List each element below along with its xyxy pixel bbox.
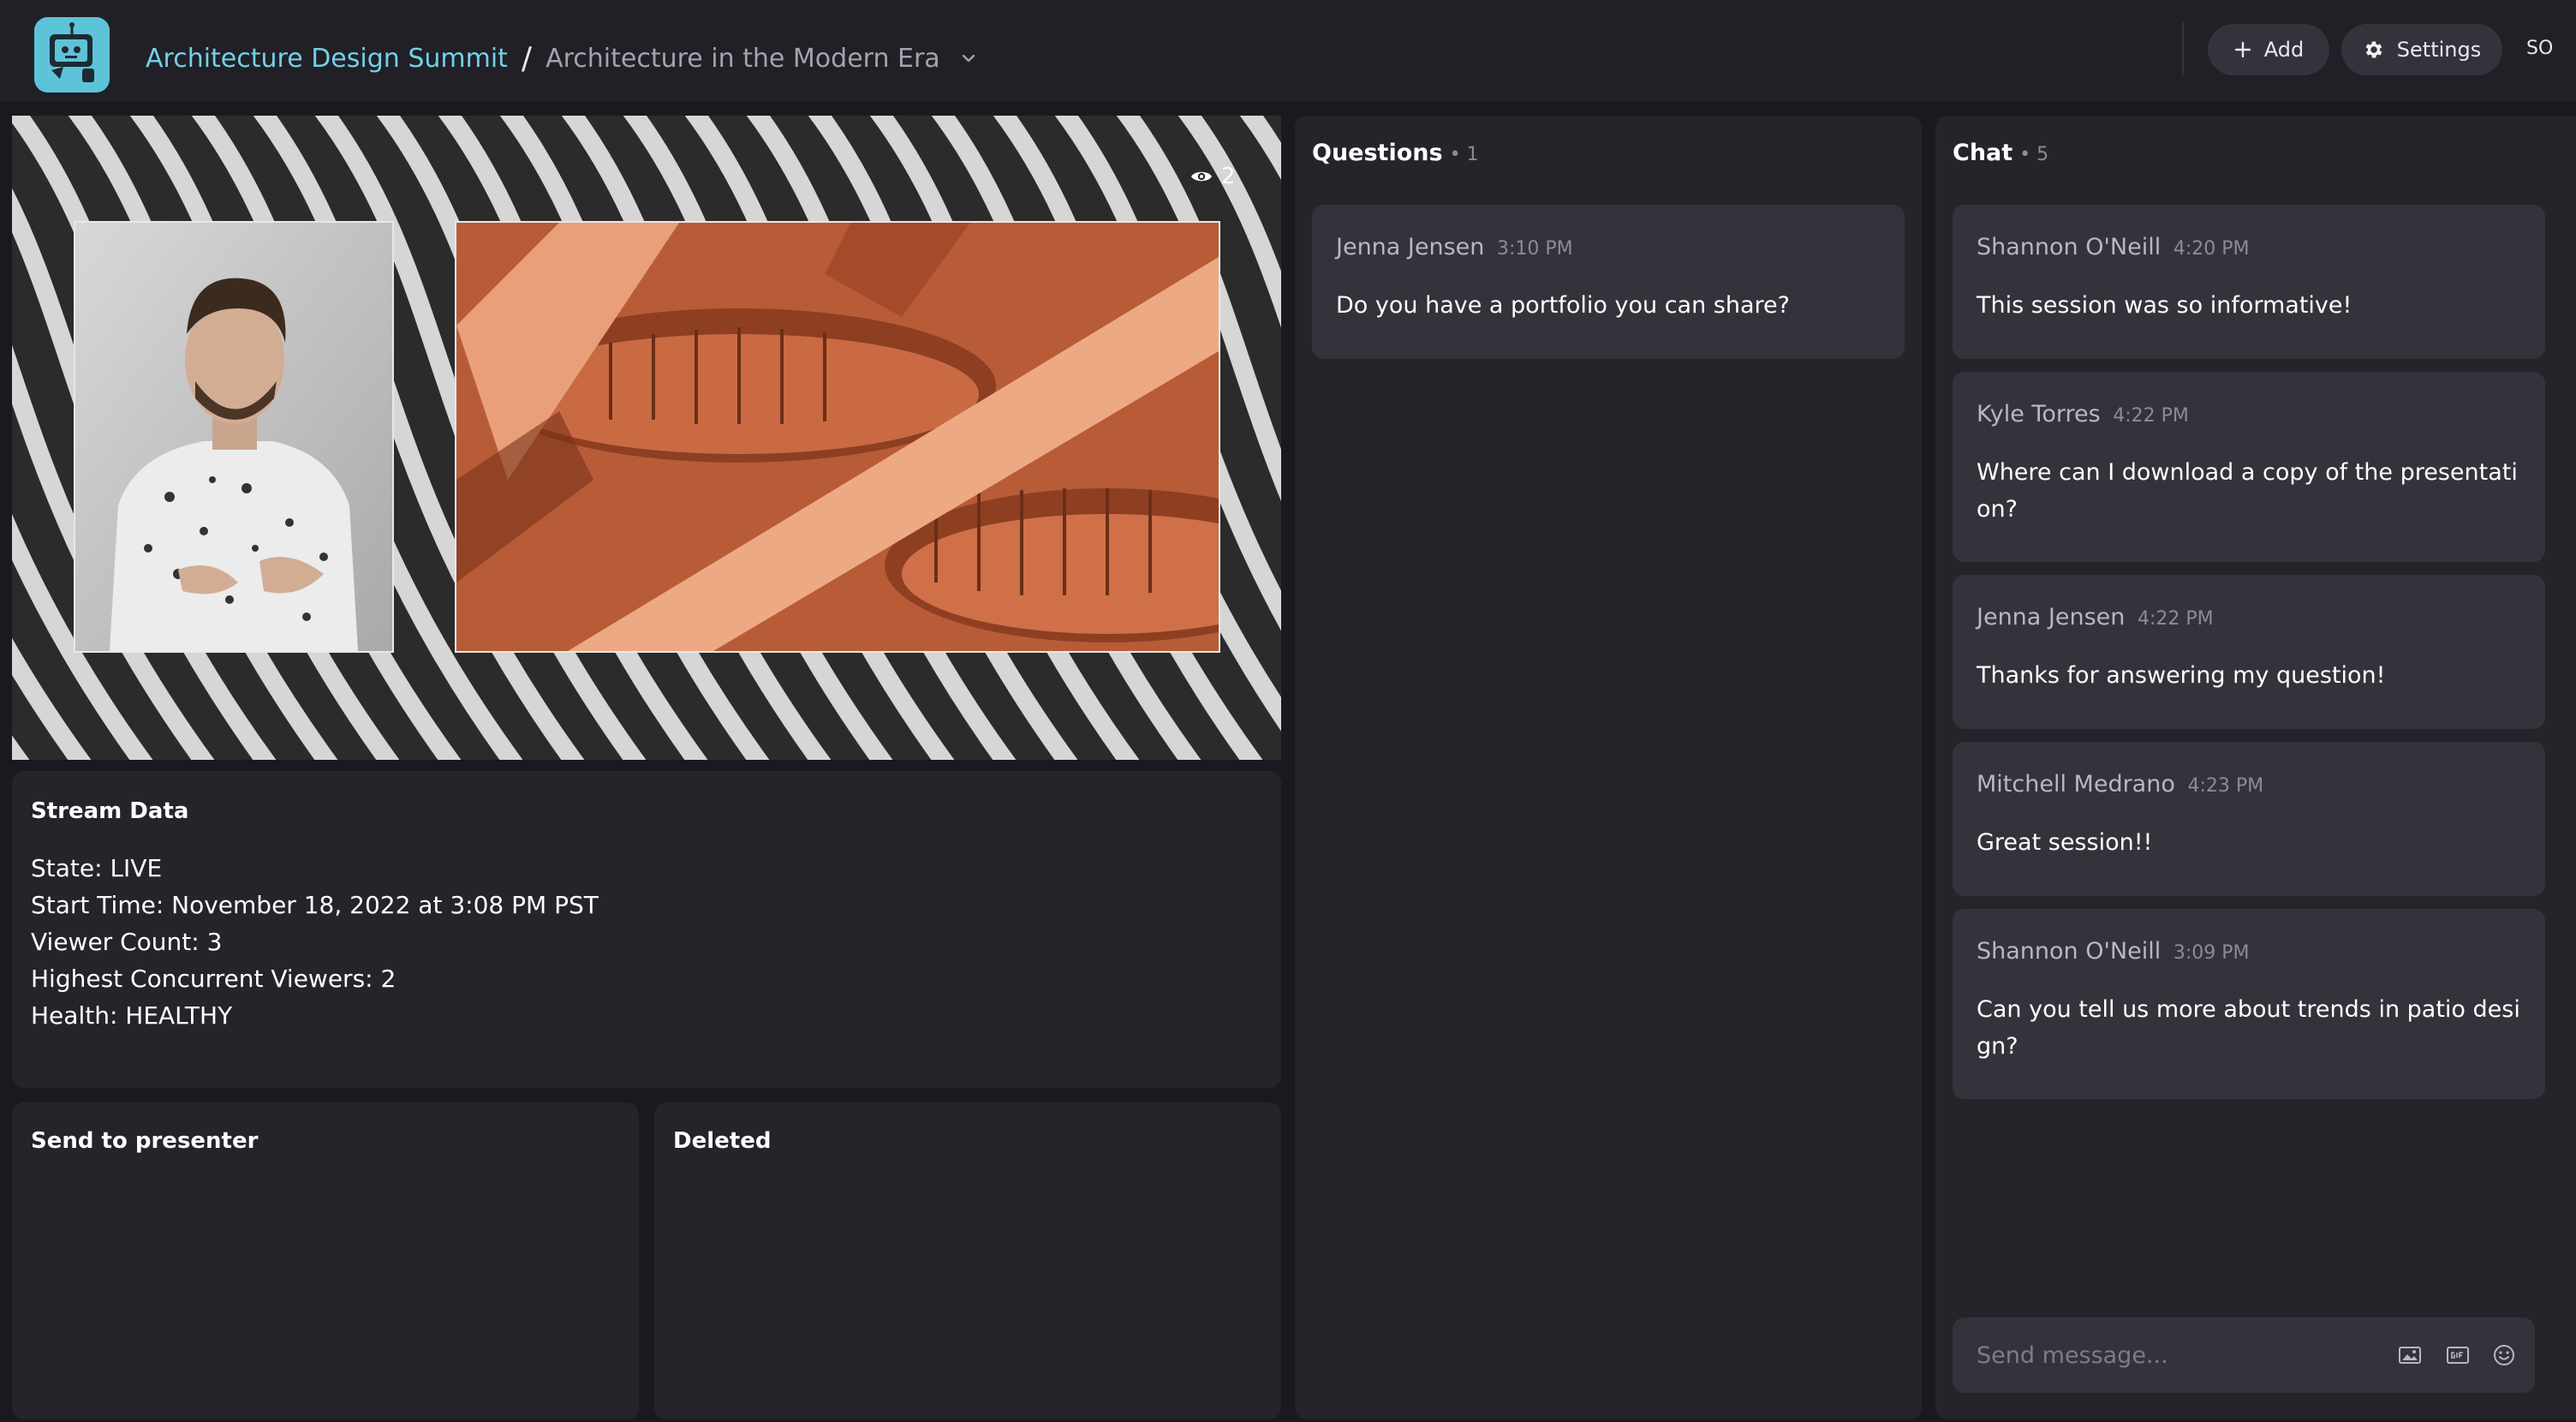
plus-icon	[2234, 41, 2251, 58]
message-author: Shannon O'Neill	[1977, 234, 2162, 260]
message-author: Shannon O'Neill	[1977, 938, 2162, 965]
message-author: Jenna Jensen	[1336, 234, 1485, 260]
message-time: 4:22 PM	[2113, 405, 2189, 427]
viewer-count: 2	[1221, 164, 1236, 189]
header-divider	[2182, 22, 2184, 75]
message-author-line: Shannon O'Neill 4:20 PM	[1977, 234, 2249, 260]
stream-data-panel: Stream Data State: LIVE Start Time: Nove…	[12, 771, 1281, 1088]
stream-start-time: Start Time: November 18, 2022 at 3:08 PM…	[31, 891, 599, 919]
message-author-line: Shannon O'Neill 3:09 PM	[1977, 938, 2249, 965]
eye-icon	[1191, 171, 1212, 182]
questions-title: Questions	[1312, 140, 1443, 166]
message-text: Great session!!	[1977, 829, 2153, 856]
chat-message[interactable]: Kyle Torres 4:22 PM Where can I download…	[1953, 372, 2545, 562]
stream-health: Health: HEALTHY	[31, 1001, 233, 1030]
add-button[interactable]: Add	[2208, 24, 2329, 75]
chat-count: • 5	[2019, 144, 2049, 165]
chat-composer	[1953, 1317, 2535, 1393]
questions-header: Questions • 1	[1312, 140, 1479, 166]
breadcrumb-session-title[interactable]: Architecture in the Modern Era	[546, 44, 940, 74]
send-to-presenter-panel[interactable]: Send to presenter	[12, 1102, 639, 1419]
stream-viewer-count: Viewer Count: 3	[31, 928, 223, 956]
message-author: Jenna Jensen	[1977, 604, 2126, 630]
message-author: Mitchell Medrano	[1977, 771, 2175, 798]
deleted-title: Deleted	[673, 1128, 772, 1154]
message-text: Thanks for answering my question!	[1977, 662, 2386, 689]
stream-data-list: State: LIVE Start Time: November 18, 202…	[31, 850, 599, 1034]
questions-panel: Questions • 1 Jenna Jensen 3:10 PM Do yo…	[1295, 116, 1922, 1419]
viewer-count-badge: 2	[1180, 158, 1246, 195]
deleted-panel[interactable]: Deleted	[654, 1102, 1281, 1419]
chat-message[interactable]: Jenna Jensen 4:22 PM Thanks for answerin…	[1953, 575, 2545, 729]
architecture-image	[456, 223, 1219, 651]
settings-button[interactable]: Settings	[2341, 24, 2502, 75]
presenter-video-feed[interactable]	[74, 221, 394, 653]
top-header: Architecture Design Summit / Architectur…	[0, 0, 2576, 103]
gear-icon	[2365, 41, 2382, 58]
breadcrumb-event-link[interactable]: Architecture Design Summit	[146, 44, 508, 74]
chat-panel: Chat • 5 Shannon O'Neill 4:20 PM This se…	[1935, 116, 2576, 1419]
chat-header: Chat • 5	[1953, 140, 2048, 166]
send-to-presenter-title: Send to presenter	[31, 1128, 259, 1154]
message-author-line: Jenna Jensen 4:22 PM	[1977, 604, 2214, 630]
message-author: Kyle Torres	[1977, 401, 2101, 427]
stream-state: State: LIVE	[31, 854, 163, 882]
message-author-line: Mitchell Medrano 4:23 PM	[1977, 771, 2263, 798]
user-avatar-initials[interactable]: SO	[2526, 38, 2553, 59]
message-time: 4:20 PM	[2173, 238, 2250, 260]
settings-button-label: Settings	[2396, 38, 2482, 62]
message-time: 3:09 PM	[2173, 942, 2250, 964]
message-text: Can you tell us more about trends in pat…	[1977, 996, 2520, 1060]
chevron-down-icon[interactable]	[959, 49, 978, 68]
gif-icon[interactable]	[2444, 1341, 2472, 1369]
presenter-image	[75, 223, 392, 651]
message-author-line: Kyle Torres 4:22 PM	[1977, 401, 2189, 427]
stream-highest-concurrent: Highest Concurrent Viewers: 2	[31, 965, 397, 993]
shared-screen-feed[interactable]	[455, 221, 1220, 653]
question-card[interactable]: Jenna Jensen 3:10 PM Do you have a portf…	[1312, 205, 1905, 359]
message-text: Do you have a portfolio you can share?	[1336, 292, 1790, 319]
message-text: This session was so informative!	[1977, 292, 2352, 319]
breadcrumb: Architecture Design Summit / Architectur…	[146, 39, 978, 77]
message-author-line: Jenna Jensen 3:10 PM	[1336, 234, 1573, 260]
emoji-icon[interactable]	[2490, 1341, 2518, 1369]
message-time: 4:23 PM	[2187, 775, 2264, 797]
breadcrumb-separator: /	[521, 40, 533, 76]
message-time: 3:10 PM	[1497, 238, 1573, 260]
image-icon[interactable]	[2396, 1341, 2424, 1369]
app-logo[interactable]	[34, 17, 110, 93]
stream-data-title: Stream Data	[31, 798, 189, 824]
chat-message[interactable]: Mitchell Medrano 4:23 PM Great session!!	[1953, 742, 2545, 896]
add-button-label: Add	[2263, 38, 2305, 62]
chat-message[interactable]: Shannon O'Neill 4:20 PM This session was…	[1953, 205, 2545, 359]
chat-message[interactable]: Shannon O'Neill 3:09 PM Can you tell us …	[1953, 909, 2545, 1099]
questions-count: • 1	[1449, 144, 1479, 165]
message-time: 4:22 PM	[2138, 608, 2214, 630]
chat-message-input[interactable]	[1977, 1338, 2388, 1372]
chat-title: Chat	[1953, 140, 2013, 166]
message-text: Where can I download a copy of the prese…	[1977, 459, 2518, 523]
